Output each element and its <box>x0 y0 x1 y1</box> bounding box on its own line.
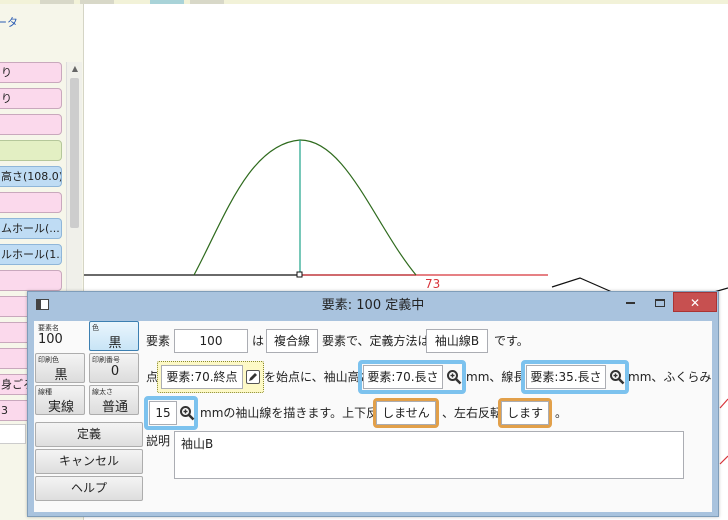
zoom-icon[interactable] <box>446 369 462 385</box>
line-width-tile[interactable]: 線太さ 普通 <box>89 385 139 415</box>
zoom-icon[interactable] <box>179 405 195 421</box>
tile-value: 100 <box>38 332 63 347</box>
right-edge-line <box>719 398 728 409</box>
tile-value: 黒 <box>54 368 68 383</box>
color-tile[interactable]: 色 黒 <box>89 321 139 351</box>
list-item[interactable]: り <box>0 88 62 109</box>
dialog-content: 要素名 100 色 黒 印刷色 黒 印刷番号 0 線種 実線 線太さ 普通 定義… <box>34 321 712 512</box>
element-name-tile[interactable]: 要素名 100 <box>35 321 85 351</box>
maximize-icon <box>655 298 665 307</box>
maximize-button[interactable] <box>646 292 674 312</box>
element-number-field[interactable]: 100 <box>174 329 248 353</box>
definition-method-select[interactable]: 袖山線B <box>426 329 488 353</box>
pencil-icon[interactable] <box>246 370 260 384</box>
list-item[interactable]: ルホール(1... <box>0 244 62 265</box>
list-item[interactable] <box>0 192 62 213</box>
vertical-flip-select[interactable]: しません <box>376 401 436 425</box>
list-filter-input[interactable] <box>0 424 26 444</box>
element-definition-dialog: 要素: 100 定義中 ✕ 要素名 100 色 黒 印刷色 黒 印刷番号 0 線… <box>27 291 719 517</box>
list-item[interactable]: り <box>0 62 62 83</box>
list-item[interactable] <box>0 270 62 291</box>
cancel-button[interactable]: キャンセル <box>35 449 143 474</box>
line-type-tile[interactable]: 線種 実線 <box>35 385 85 415</box>
scroll-thumb[interactable] <box>70 78 79 228</box>
dialog-title: 要素: 100 定義中 <box>321 298 425 313</box>
row3-text1: mmの袖山線を描きます。上下反転 <box>200 406 391 420</box>
cap-height-field[interactable]: 要素:70.長さ <box>363 365 443 389</box>
row3-text2: 、左右反転 <box>442 406 503 420</box>
row3-end-text: 。 <box>555 406 568 420</box>
point-marker[interactable] <box>296 271 303 278</box>
tile-value: 実線 <box>47 400 74 415</box>
row1-mid-text: 要素で、定義方法は <box>322 334 430 348</box>
line-length-field[interactable]: 要素:35.長さ <box>526 365 606 389</box>
sleeve-cap-curve <box>193 139 417 276</box>
row1-lead-text: 要素 <box>146 334 171 348</box>
row2-text3: mm、ふくらみ <box>628 370 712 384</box>
list-item[interactable] <box>0 114 62 135</box>
minimize-icon <box>625 301 635 304</box>
element-kind-select[interactable]: 複合線 <box>266 329 318 353</box>
bulge-field[interactable]: 15 <box>149 401 177 425</box>
data-link[interactable]: ータ <box>0 14 18 30</box>
scroll-up-icon[interactable]: ▲ <box>67 62 83 76</box>
pencil-glyph <box>249 373 257 381</box>
start-point-field[interactable]: 要素:70.終点 <box>161 365 243 389</box>
right-edge-line <box>719 455 728 465</box>
tile-value: 普通 <box>101 400 128 415</box>
description-label: 説明 <box>146 434 171 448</box>
print-number-tile[interactable]: 印刷番号 0 <box>89 353 139 383</box>
tile-value: 0 <box>110 364 120 379</box>
secondary-curve <box>551 277 613 293</box>
close-button[interactable]: ✕ <box>673 292 717 312</box>
description-textarea[interactable]: 袖山B <box>174 431 684 479</box>
define-button[interactable]: 定義 <box>35 422 143 447</box>
list-item[interactable] <box>0 140 62 161</box>
help-button[interactable]: ヘルプ <box>35 476 143 501</box>
horizontal-flip-select[interactable]: します <box>501 401 549 425</box>
dialog-titlebar[interactable]: 要素: 100 定義中 ✕ <box>28 292 718 319</box>
list-item[interactable]: ムホール(... <box>0 218 62 239</box>
window-icon <box>36 299 49 310</box>
row1-is-text: は <box>252 334 265 348</box>
print-color-tile[interactable]: 印刷色 黒 <box>35 353 85 383</box>
list-item[interactable]: 高さ(108.0) <box>0 166 62 187</box>
tile-value: 黒 <box>108 336 122 351</box>
minimize-button[interactable] <box>616 292 644 312</box>
row2-text2: mm、線長 <box>466 370 526 384</box>
row1-end-text: です。 <box>494 334 529 348</box>
dimension-label: 73 <box>425 277 440 291</box>
zoom-icon[interactable] <box>609 369 625 385</box>
row2-text1: を始点に、袖山高さ <box>264 370 372 384</box>
